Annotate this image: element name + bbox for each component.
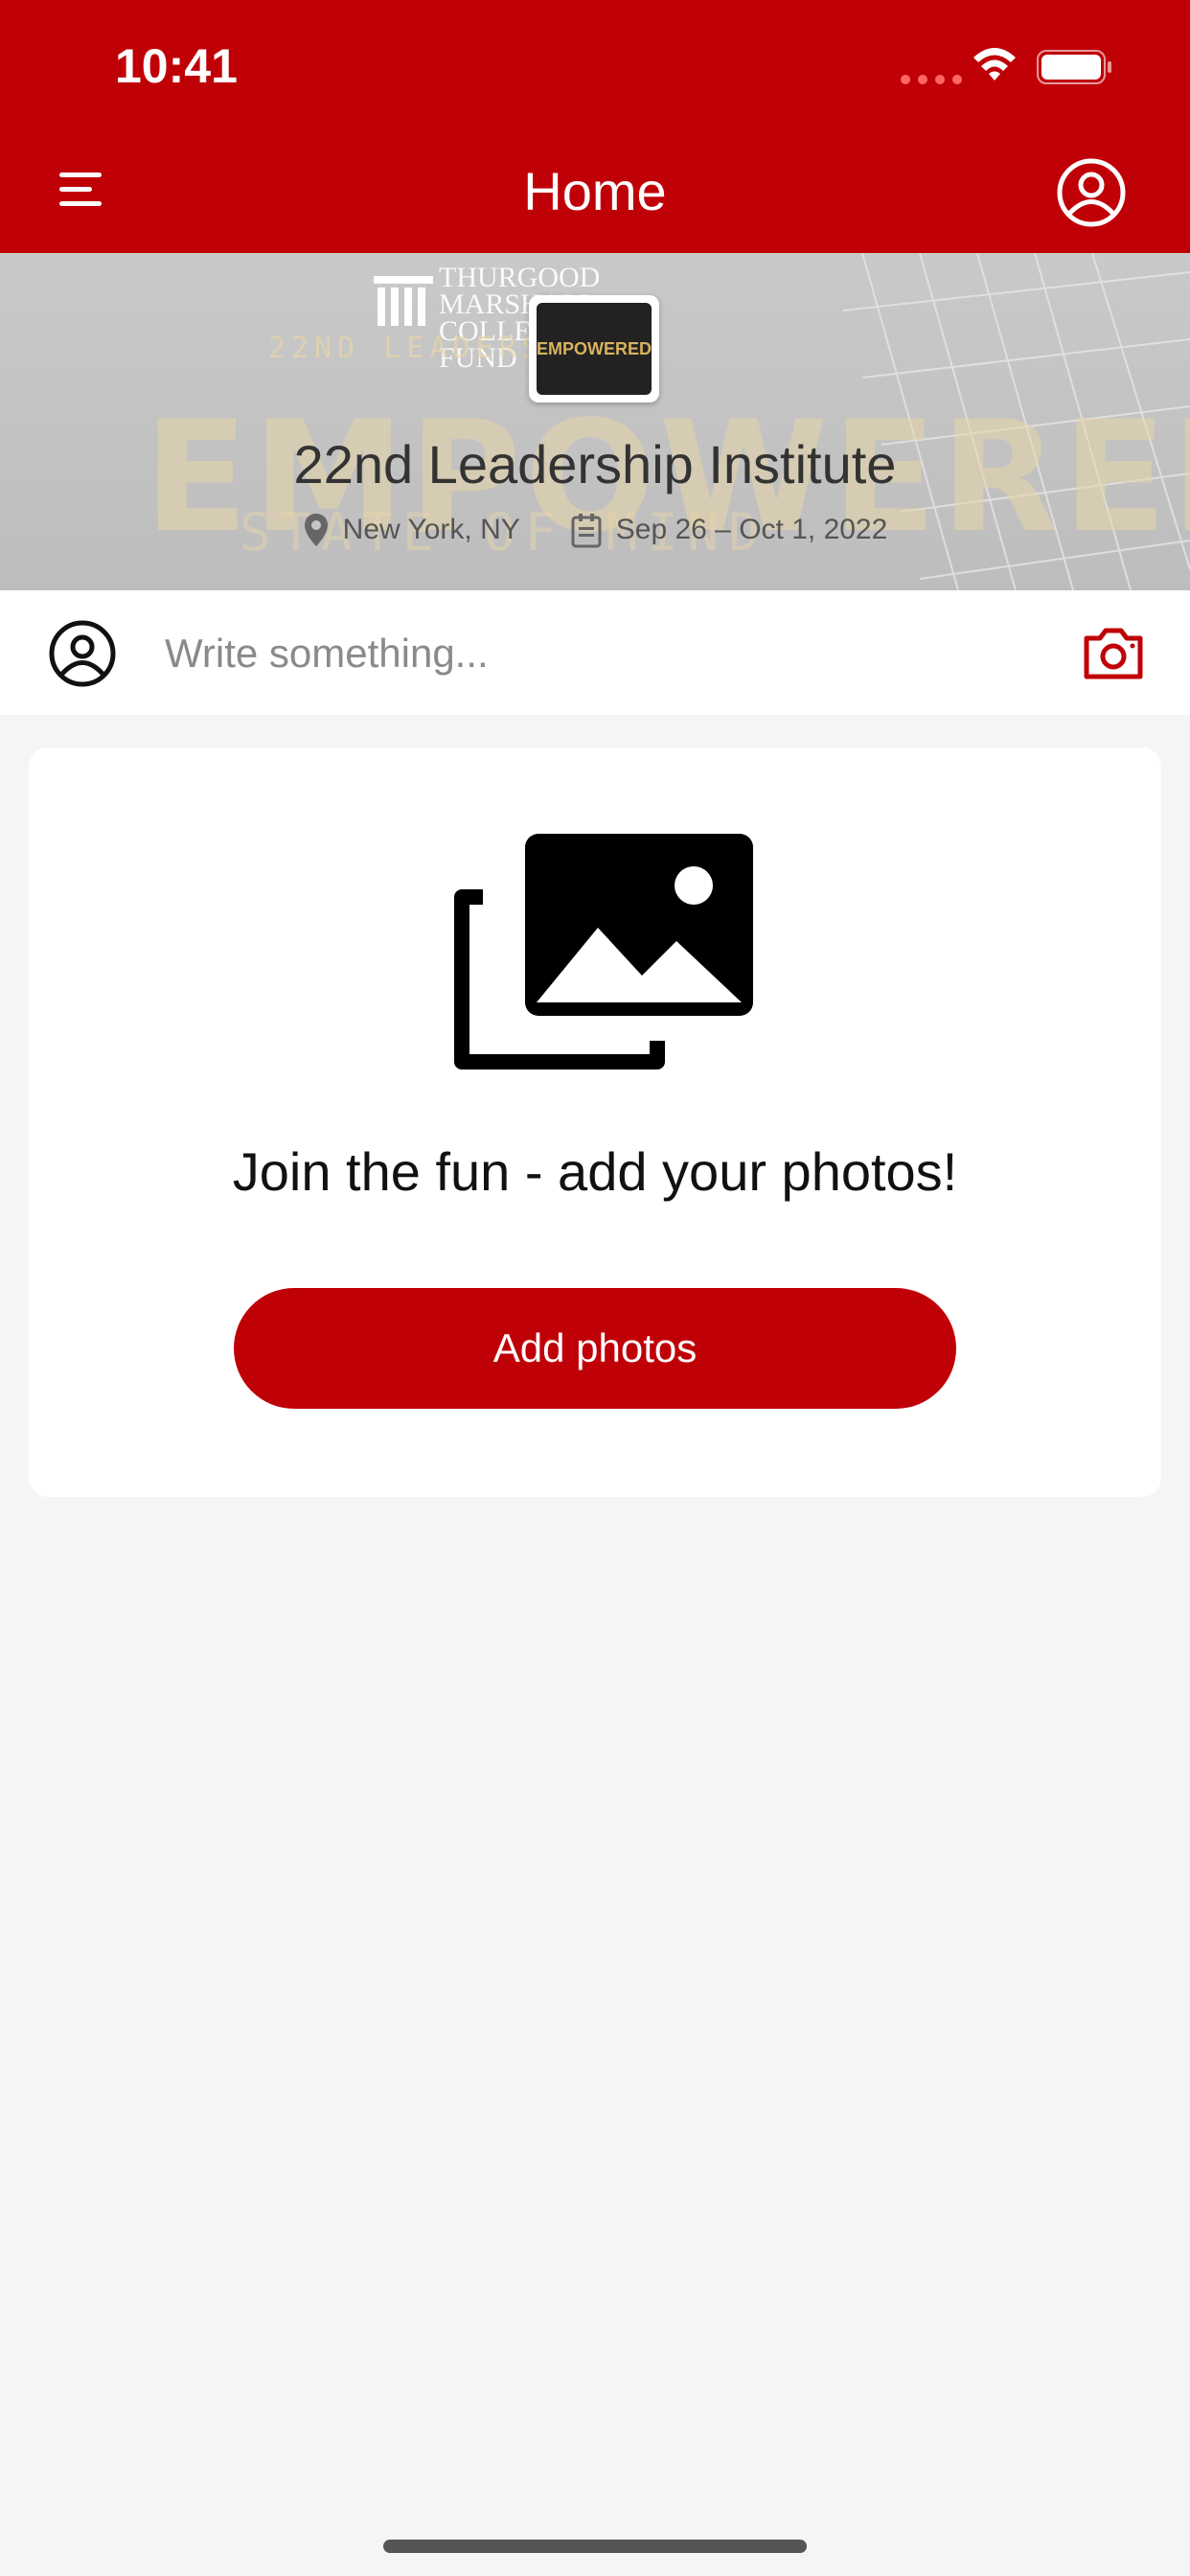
add-photos-button[interactable]: Add photos	[234, 1288, 956, 1409]
page-title: Home	[523, 161, 667, 221]
post-input[interactable]	[165, 619, 989, 688]
home-indicator[interactable]	[383, 2540, 807, 2553]
photo-gallery-icon	[454, 834, 753, 1070]
user-avatar-icon	[49, 620, 116, 687]
event-thumbnail: EMPOWERED	[529, 295, 659, 402]
empty-state-headline: Join the fun - add your photos!	[232, 1141, 958, 1202]
battery-icon	[1037, 50, 1111, 84]
post-composer	[0, 590, 1190, 715]
camera-icon[interactable]	[1081, 625, 1146, 682]
status-time: 10:41	[115, 39, 238, 93]
event-title: 22nd Leadership Institute	[293, 434, 897, 494]
event-thumbnail-text: EMPOWERED	[537, 303, 652, 395]
event-location: New York, NY	[342, 514, 520, 545]
location-pin-icon	[304, 514, 328, 546]
profile-icon[interactable]	[1054, 155, 1129, 230]
calendar-icon	[571, 514, 602, 548]
event-meta: New York, NY Sep 26 – Oct 1, 2022	[0, 512, 1190, 548]
event-dates: Sep 26 – Oct 1, 2022	[615, 514, 888, 545]
wifi-icon	[973, 48, 1016, 80]
photos-empty-card: Join the fun - add your photos! Add phot…	[29, 748, 1161, 1497]
app-header: 10:41 Home	[0, 0, 1190, 253]
signal-icon	[901, 75, 962, 84]
